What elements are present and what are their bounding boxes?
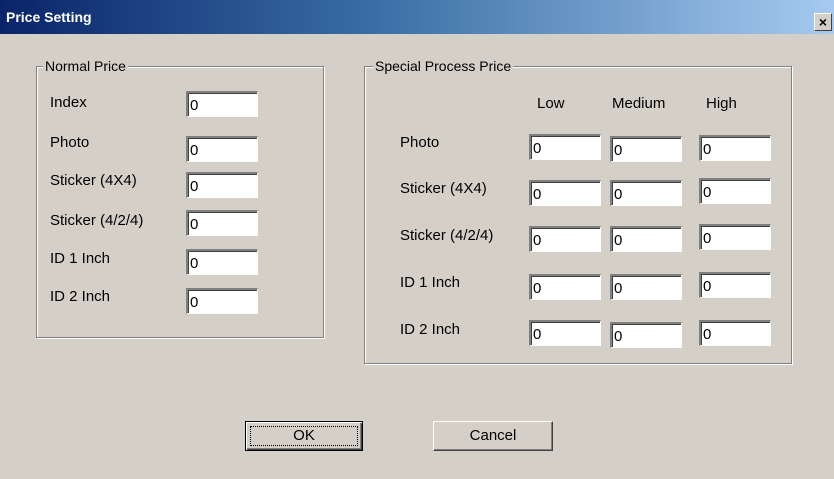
special-sticker-424-high-input[interactable] xyxy=(703,228,766,248)
special-price-legend: Special Process Price xyxy=(373,58,514,74)
normal-sticker-4x4-field[interactable] xyxy=(186,172,258,198)
normal-label-photo: Photo xyxy=(50,134,90,151)
normal-label-id1: ID 1 Inch xyxy=(50,250,111,267)
special-id2-medium-field[interactable] xyxy=(610,322,682,348)
ok-button[interactable]: OK xyxy=(245,421,363,451)
cancel-button-label: Cancel xyxy=(469,427,517,444)
normal-sticker-4x4-input[interactable] xyxy=(190,176,253,196)
special-photo-medium-field[interactable] xyxy=(610,136,682,162)
special-label-sticker-4x4: Sticker (4X4) xyxy=(400,180,487,197)
special-id2-high-field[interactable] xyxy=(699,320,771,346)
window-title: Price Setting xyxy=(6,9,92,25)
normal-id1-field[interactable] xyxy=(186,249,258,275)
special-sticker-424-high-field[interactable] xyxy=(699,224,771,250)
normal-photo-field[interactable] xyxy=(186,136,258,162)
special-photo-medium-input[interactable] xyxy=(614,140,677,160)
special-label-photo: Photo xyxy=(400,134,440,151)
normal-label-sticker-424: Sticker (4/2/4) xyxy=(50,212,144,229)
special-id2-high-input[interactable] xyxy=(703,324,766,344)
normal-index-field[interactable] xyxy=(186,91,258,117)
normal-label-sticker-4x4: Sticker (4X4) xyxy=(50,172,137,189)
special-id1-low-input[interactable] xyxy=(533,278,596,298)
special-id2-low-input[interactable] xyxy=(533,324,596,344)
special-sticker-4x4-low-field[interactable] xyxy=(529,180,601,206)
column-header-high: High xyxy=(706,95,737,112)
special-sticker-4x4-high-input[interactable] xyxy=(703,182,766,202)
special-label-sticker-424: Sticker (4/2/4) xyxy=(400,227,494,244)
special-photo-low-field[interactable] xyxy=(529,134,601,160)
special-label-id1: ID 1 Inch xyxy=(400,274,461,291)
special-photo-high-field[interactable] xyxy=(699,135,771,161)
special-sticker-424-medium-field[interactable] xyxy=(610,226,682,252)
normal-index-input[interactable] xyxy=(190,95,253,115)
normal-id2-input[interactable] xyxy=(190,292,253,312)
special-id1-high-field[interactable] xyxy=(699,272,771,298)
special-sticker-4x4-high-field[interactable] xyxy=(699,178,771,204)
normal-id1-input[interactable] xyxy=(190,253,253,273)
price-setting-dialog: Price Setting × Normal Price Index Photo… xyxy=(0,0,834,479)
special-sticker-4x4-low-input[interactable] xyxy=(533,184,596,204)
normal-sticker-424-input[interactable] xyxy=(190,214,253,234)
normal-label-id2: ID 2 Inch xyxy=(50,288,111,305)
special-label-id2: ID 2 Inch xyxy=(400,321,461,338)
special-id2-low-field[interactable] xyxy=(529,320,601,346)
normal-photo-input[interactable] xyxy=(190,140,253,160)
ok-button-label: OK xyxy=(293,427,315,444)
special-id1-low-field[interactable] xyxy=(529,274,601,300)
special-id1-medium-input[interactable] xyxy=(614,278,677,298)
special-photo-low-input[interactable] xyxy=(533,138,596,158)
close-icon: × xyxy=(818,14,828,30)
close-button[interactable]: × xyxy=(814,13,832,31)
normal-sticker-424-field[interactable] xyxy=(186,210,258,236)
special-sticker-424-medium-input[interactable] xyxy=(614,230,677,250)
special-sticker-424-low-field[interactable] xyxy=(529,226,601,252)
title-bar[interactable]: Price Setting × xyxy=(0,0,834,34)
normal-id2-field[interactable] xyxy=(186,288,258,314)
special-sticker-4x4-medium-field[interactable] xyxy=(610,180,682,206)
column-header-low: Low xyxy=(537,95,565,112)
special-id1-medium-field[interactable] xyxy=(610,274,682,300)
normal-price-legend: Normal Price xyxy=(43,58,128,74)
column-header-medium: Medium xyxy=(612,95,666,112)
cancel-button[interactable]: Cancel xyxy=(433,421,553,451)
special-id2-medium-input[interactable] xyxy=(614,326,677,346)
special-id1-high-input[interactable] xyxy=(703,276,766,296)
special-sticker-424-low-input[interactable] xyxy=(533,230,596,250)
normal-label-index: Index xyxy=(50,94,87,111)
special-photo-high-input[interactable] xyxy=(703,139,766,159)
special-sticker-4x4-medium-input[interactable] xyxy=(614,184,677,204)
